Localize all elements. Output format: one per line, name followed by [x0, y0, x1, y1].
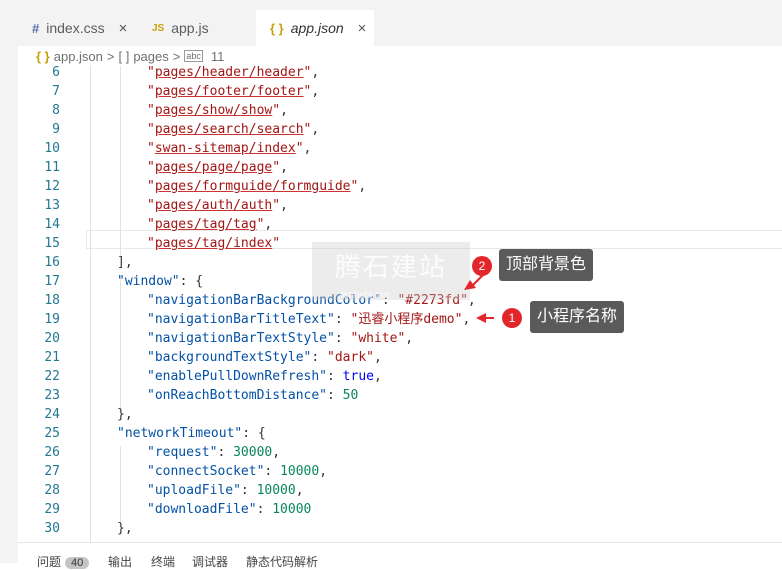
bottom-panel: 问题 40 输出 终端 调试器 静态代码解析 [18, 542, 782, 569]
panel-tab-debugger[interactable]: 调试器 [192, 553, 228, 570]
panel-tab-static-analysis[interactable]: 静态代码解析 [246, 553, 318, 570]
panel-tab-label: 问题 [37, 555, 62, 569]
problems-count-badge: 40 [65, 557, 90, 569]
panel-tab-output[interactable]: 输出 [108, 553, 132, 570]
callout-label: 小程序名称 [530, 301, 625, 333]
callout-label: 顶部背景色 [499, 249, 594, 281]
callout-number: 1 [502, 308, 522, 328]
arrow-head [476, 313, 486, 323]
callout-arrows [464, 273, 494, 323]
callout-number: 2 [472, 256, 492, 276]
panel-tab-problems[interactable]: 问题 40 [37, 553, 90, 570]
panel-tab-terminal[interactable]: 终端 [151, 553, 175, 570]
